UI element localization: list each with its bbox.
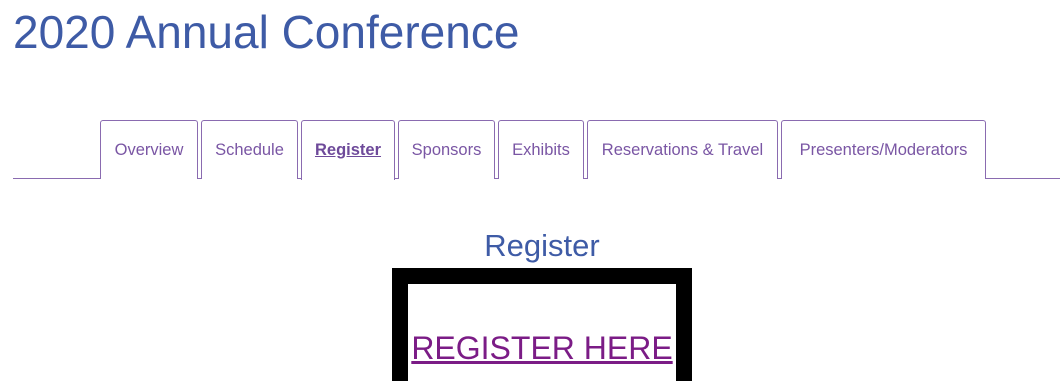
tab-register[interactable]: Register <box>301 120 395 180</box>
tab-schedule[interactable]: Schedule <box>201 120 298 179</box>
tab-list: Overview Schedule Register Sponsors Exhi… <box>100 120 986 180</box>
tab-presenters-moderators[interactable]: Presenters/Moderators <box>781 120 986 179</box>
register-box: REGISTER HERE <box>392 268 692 381</box>
tab-overview[interactable]: Overview <box>100 120 198 179</box>
page-title: 2020 Annual Conference <box>13 6 520 58</box>
tab-reservations-travel[interactable]: Reservations & Travel <box>587 120 778 179</box>
register-here-link[interactable]: REGISTER HERE <box>408 328 676 368</box>
tab-sponsors[interactable]: Sponsors <box>398 120 495 179</box>
tab-bar: Overview Schedule Register Sponsors Exhi… <box>13 120 1060 180</box>
section-heading: Register <box>484 228 600 263</box>
tab-exhibits[interactable]: Exhibits <box>498 120 584 179</box>
